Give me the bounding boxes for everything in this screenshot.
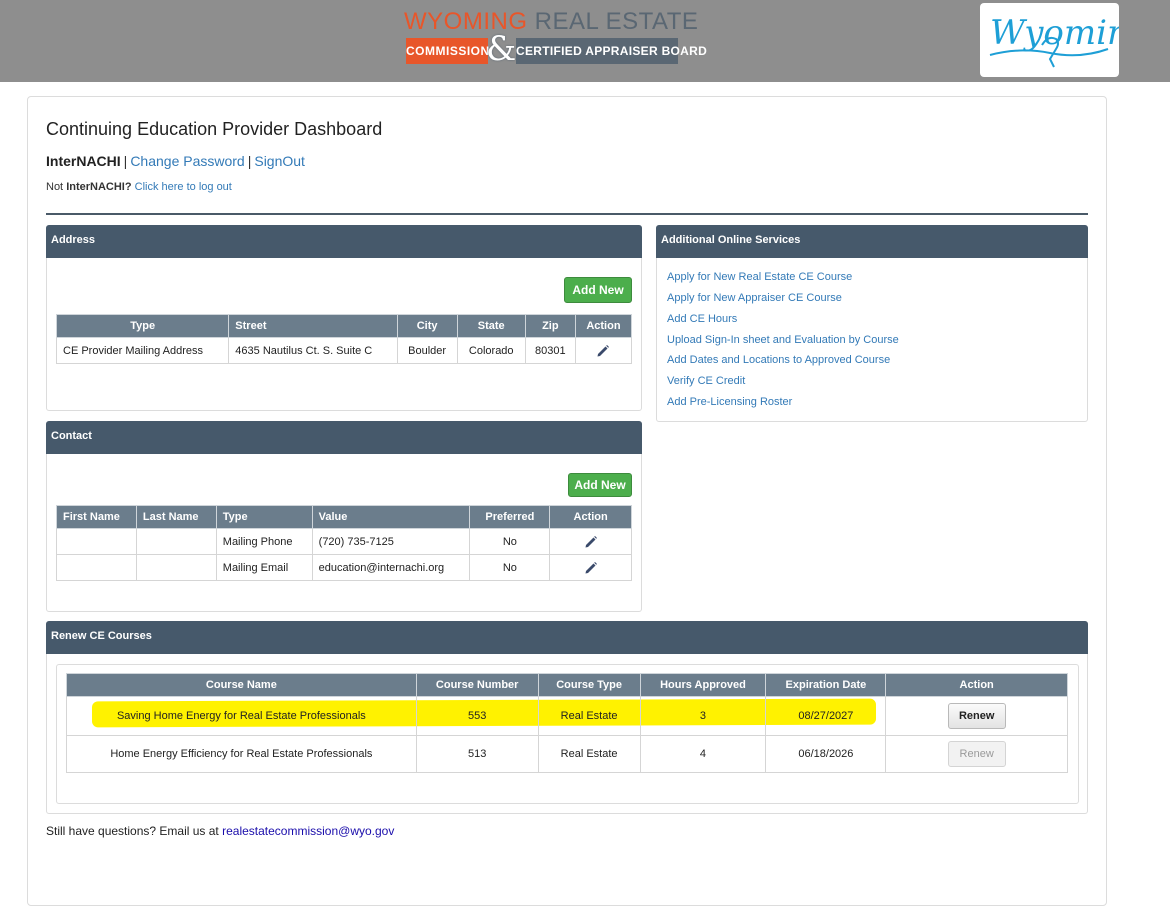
col-course-type: Course Type <box>537 673 641 697</box>
logout-link[interactable]: Click here to log out <box>135 181 232 193</box>
service-link-appraiser-ce-course[interactable]: Apply for New Appraiser CE Course <box>667 292 842 304</box>
commission-logo[interactable]: WYOMING REAL ESTATE COMMISSION & CERTIFI… <box>404 8 707 68</box>
col-action: Action <box>549 505 632 529</box>
renew-panel: Renew CE Courses Course Name Course Numb… <box>46 621 1088 814</box>
pencil-icon[interactable] <box>596 344 610 358</box>
contact-email-link[interactable]: realestatecommission@wyo.gov <box>222 824 394 838</box>
renew-table: Course Name Course Number Course Type Ho… <box>66 673 1068 773</box>
renew-button-disabled: Renew <box>947 741 1006 767</box>
logo-commission: COMMISSION <box>406 38 489 64</box>
address-panel-title: Address <box>46 225 642 258</box>
service-link-add-ce-hours[interactable]: Add CE Hours <box>667 313 737 325</box>
col-value: Value <box>311 505 471 529</box>
col-state: State <box>456 314 526 338</box>
col-city: City <box>396 314 458 338</box>
address-table: Type Street City State Zip Action CE Pro… <box>55 314 633 364</box>
add-address-button[interactable]: Add New <box>564 277 632 303</box>
address-panel: Address Add New Type Street City State Z… <box>46 225 642 411</box>
col-expiration-date: Expiration Date <box>765 673 887 697</box>
col-hours-approved: Hours Approved <box>639 673 767 697</box>
col-zip: Zip <box>524 314 576 338</box>
col-preferred: Preferred <box>469 505 551 529</box>
col-type: Type <box>55 314 230 338</box>
col-last-name: Last Name <box>135 505 217 529</box>
user-name: InterNACHI <box>46 153 121 169</box>
logo-board: CERTIFIED APPRAISER BOARD <box>516 38 707 64</box>
contact-panel-title: Contact <box>46 421 642 454</box>
table-row: Saving Home Energy for Real Estate Profe… <box>66 696 1068 736</box>
logo-ampersand: & <box>486 29 517 69</box>
table-row: Home Energy Efficiency for Real Estate P… <box>66 735 1068 773</box>
col-first-name: First Name <box>56 505 137 529</box>
main-content: Continuing Education Provider Dashboard … <box>27 96 1107 906</box>
logo-subtitle: COMMISSION & CERTIFIED APPRAISER BOARD <box>406 30 707 68</box>
table-row: CE Provider Mailing Address 4635 Nautilu… <box>55 337 633 364</box>
table-row: Mailing Phone (720) 735-7125 No <box>56 528 632 555</box>
divider <box>46 213 1088 215</box>
services-panel: Additional Online Services Apply for New… <box>656 225 1088 422</box>
service-link-prelicensing-roster[interactable]: Add Pre-Licensing Roster <box>667 396 792 408</box>
signout-link[interactable]: SignOut <box>254 153 305 169</box>
pencil-icon[interactable] <box>584 561 598 575</box>
renew-panel-title: Renew CE Courses <box>46 621 1088 654</box>
col-course-name: Course Name <box>66 673 417 697</box>
footer-questions: Still have questions? Email us at reales… <box>46 824 395 838</box>
renew-button[interactable]: Renew <box>947 703 1006 729</box>
pencil-icon[interactable] <box>584 535 598 549</box>
contact-table: First Name Last Name Type Value Preferre… <box>56 505 632 581</box>
col-action: Action <box>885 673 1068 697</box>
add-contact-button[interactable]: Add New <box>568 473 632 497</box>
table-row: Mailing Email education@internachi.org N… <box>56 554 632 581</box>
service-link-add-dates[interactable]: Add Dates and Locations to Approved Cour… <box>667 354 890 366</box>
col-type: Type <box>215 505 313 529</box>
change-password-link[interactable]: Change Password <box>130 153 244 169</box>
wyoming-badge[interactable]: Wyoming <box>980 3 1119 77</box>
services-panel-title: Additional Online Services <box>656 225 1088 258</box>
page-title: Continuing Education Provider Dashboard <box>46 119 383 139</box>
service-link-verify-ce[interactable]: Verify CE Credit <box>667 375 745 387</box>
cowboy-logo-icon <box>989 36 1109 68</box>
user-nav: InterNACHI | Change Password | SignOut <box>46 153 305 169</box>
service-link-re-ce-course[interactable]: Apply for New Real Estate CE Course <box>667 271 852 283</box>
not-user-line: Not InterNACHI? Click here to log out <box>46 181 232 193</box>
col-action: Action <box>574 314 633 338</box>
col-street: Street <box>228 314 398 338</box>
logo-title: WYOMING REAL ESTATE <box>404 8 699 35</box>
contact-panel: Contact Add New First Name Last Name Typ… <box>46 421 642 612</box>
service-link-upload-signin[interactable]: Upload Sign-In sheet and Evaluation by C… <box>667 334 899 346</box>
header-bar: WYOMING REAL ESTATE COMMISSION & CERTIFI… <box>0 0 1170 82</box>
col-course-number: Course Number <box>415 673 539 697</box>
